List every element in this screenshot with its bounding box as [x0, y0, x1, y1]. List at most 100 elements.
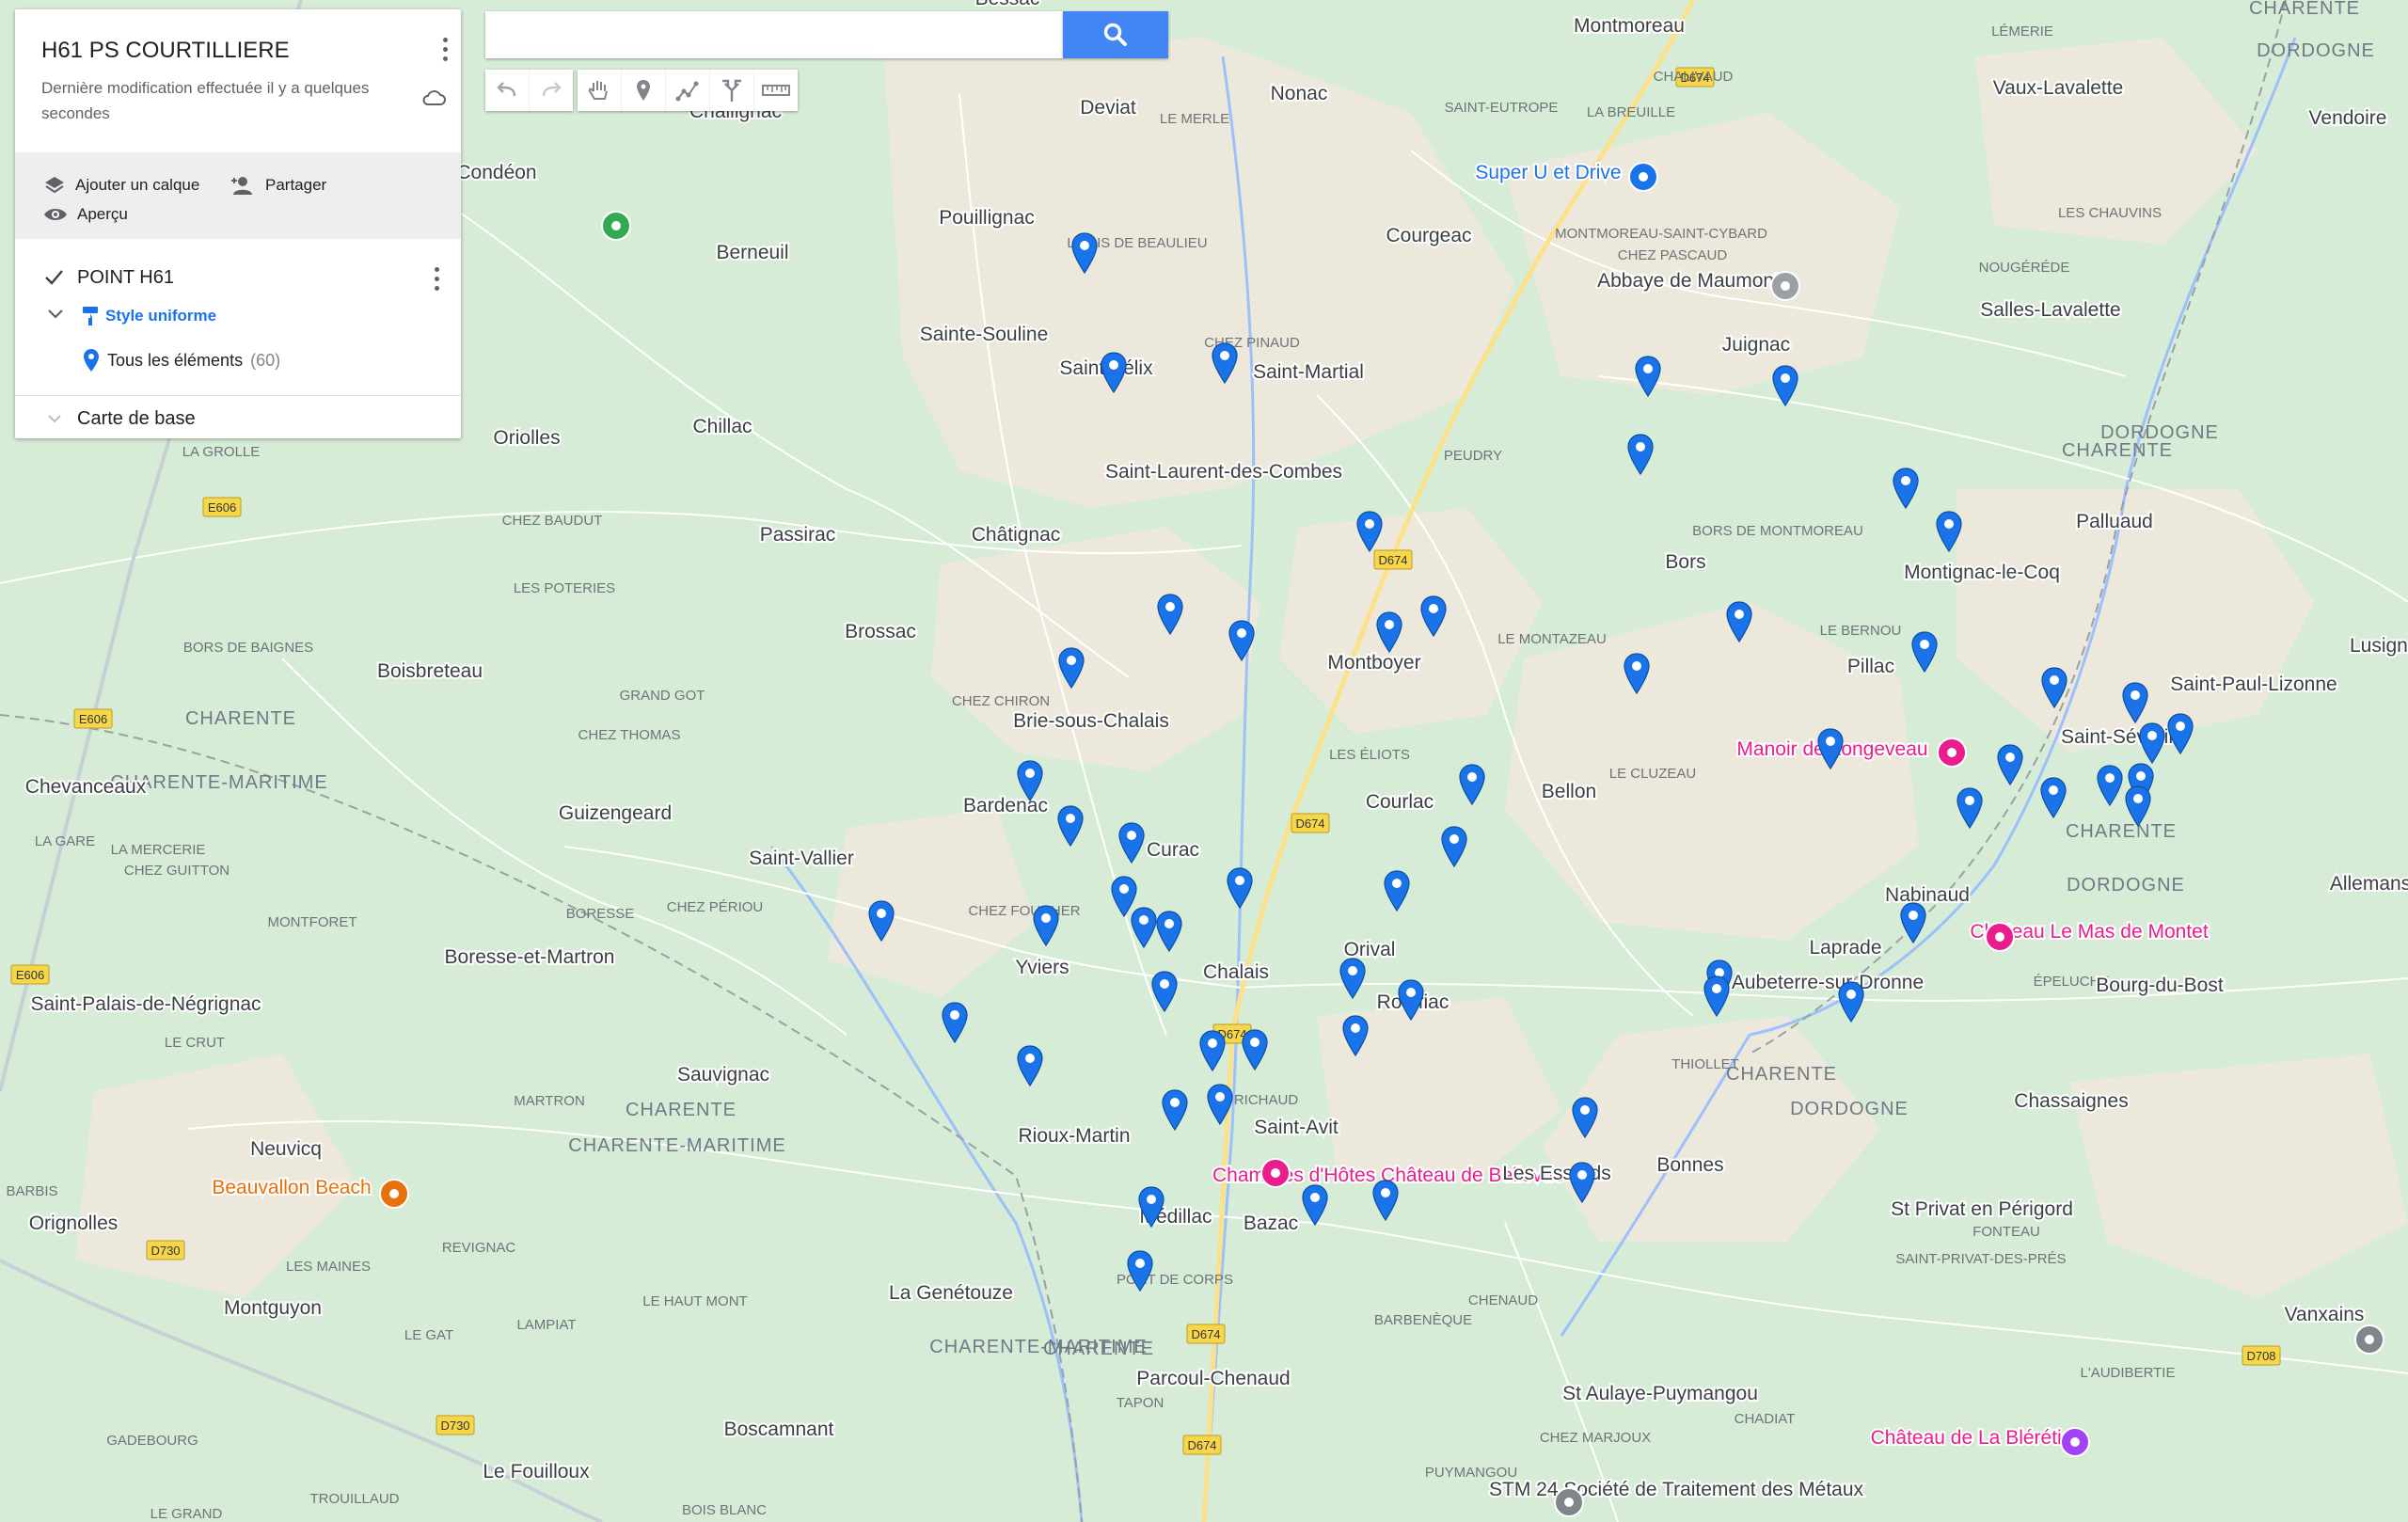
layer-point-h61: POINT H61 Style uniforme Tous les élémen…	[15, 239, 461, 396]
paw-icon[interactable]	[601, 211, 631, 241]
locality-label: LES CHAUVINS	[2058, 205, 2162, 221]
locality-label: LE CLUZEAU	[1609, 766, 1697, 782]
food-icon[interactable]	[379, 1179, 409, 1209]
locality-label: CHEZ PASCAUD	[1618, 247, 1728, 263]
town-label: Yviers	[1015, 957, 1069, 978]
add-person-icon	[231, 177, 252, 195]
item-count: (60)	[250, 350, 281, 370]
layer-options-icon[interactable]	[425, 265, 448, 293]
pan-tool-button[interactable]	[578, 70, 621, 111]
draw-line-button[interactable]	[665, 70, 709, 111]
locality-label: LES POTERIES	[514, 580, 615, 596]
town-label: Chevanceaux	[25, 776, 147, 798]
town-label: La Genétouze	[889, 1282, 1013, 1304]
town-label: Passirac	[760, 524, 836, 546]
bed-icon[interactable]	[1985, 922, 2015, 952]
town-label: Montignac-le-Coq	[1904, 562, 2060, 583]
locality-label: REVIGNAC	[442, 1240, 516, 1256]
town-label: Pillac	[1847, 656, 1894, 677]
bed-icon[interactable]	[1260, 1158, 1291, 1188]
preview-label: Aperçu	[77, 205, 128, 223]
svg-text:D708: D708	[2246, 1349, 2275, 1363]
drawing-tools-group	[578, 70, 798, 111]
undo-button[interactable]	[485, 70, 529, 111]
town-label: Vendoire	[2309, 107, 2387, 129]
search-button[interactable]	[1063, 11, 1168, 58]
town-label: Brossac	[845, 621, 916, 642]
chevron-down-icon[interactable]	[47, 309, 64, 320]
paint-roller-icon	[83, 307, 98, 325]
town-label: Boresse-et-Martron	[445, 946, 615, 968]
marker-icon	[84, 349, 99, 372]
town-label: Nabinaud	[1885, 884, 1970, 906]
crown-icon[interactable]	[2060, 1427, 2090, 1457]
locality-label: LES MAINES	[286, 1259, 371, 1275]
route-shield: E606	[202, 497, 242, 517]
town-label: Châtignac	[972, 524, 1061, 546]
locality-label: SAINT-PRIVAT-DES-PRÉS	[1895, 1251, 2066, 1267]
last-modified-text: Dernière modification effectuée il y a q…	[41, 79, 370, 122]
locality-label: CHEZ THOMAS	[578, 727, 681, 743]
basemap-row[interactable]: Carte de base	[15, 395, 461, 438]
draw-line-icon	[675, 81, 699, 102]
cart-icon[interactable]	[1628, 162, 1658, 192]
town-label: Pouillignac	[939, 207, 1035, 229]
route-shield: D674	[1186, 1324, 1226, 1344]
info-icon[interactable]	[2354, 1324, 2384, 1355]
spa-icon[interactable]	[1937, 737, 1967, 768]
directions-icon	[722, 79, 741, 102]
locality-label: BARBIS	[6, 1183, 57, 1199]
town-label: Allemans	[2330, 873, 2408, 895]
layer-name[interactable]: POINT H61	[77, 267, 174, 289]
town-label: Curac	[1147, 839, 1199, 861]
town-label: Salles-Lavalette	[1980, 299, 2120, 321]
info-icon[interactable]	[1554, 1487, 1584, 1517]
uniform-style-button[interactable]: Style uniforme	[81, 305, 216, 327]
region-label: DORDOGNE	[1790, 1099, 1909, 1119]
svg-text:D674: D674	[1187, 1438, 1216, 1452]
town-label: Bonnes	[1656, 1154, 1723, 1176]
all-items-label: Tous les éléments	[107, 350, 244, 370]
route-shield: E606	[73, 708, 113, 729]
redo-button[interactable]	[529, 70, 573, 111]
add-layer-button[interactable]: Ajouter un calque	[43, 175, 199, 196]
share-button[interactable]: Partager	[230, 175, 326, 196]
map-options-icon[interactable]	[434, 36, 456, 64]
basemap-label[interactable]: Carte de base	[77, 408, 196, 430]
locality-label: LES ÉLIOTS	[1329, 747, 1410, 763]
undo-redo-group	[485, 70, 573, 111]
town-label: Bardenac	[963, 795, 1048, 816]
town-label: Montguyon	[224, 1297, 322, 1319]
locality-label: CHALIVAUD	[1654, 69, 1734, 85]
locality-label: CHENAUD	[1468, 1292, 1538, 1308]
layer-visibility-checkbox[interactable]	[43, 267, 64, 288]
locality-label: CHEZ MARJOUX	[1540, 1430, 1651, 1446]
region-label: CHARENTE	[2249, 0, 2360, 19]
search-input[interactable]	[485, 11, 1063, 58]
town-label: Parcoul-Chenaud	[1136, 1368, 1290, 1389]
locality-label: CHEZ CHIRON	[952, 693, 1050, 709]
town-label: Saint-Paul-Lizonne	[2170, 674, 2337, 695]
directions-button[interactable]	[709, 70, 753, 111]
abbey-icon[interactable]	[1770, 271, 1800, 301]
chevron-down-icon[interactable]	[47, 414, 62, 423]
town-label: Bessac	[975, 0, 1040, 9]
svg-text:D674: D674	[1191, 1327, 1220, 1341]
add-marker-button[interactable]	[621, 70, 665, 111]
preview-button[interactable]: Aperçu	[43, 205, 128, 224]
search-icon	[1103, 23, 1127, 46]
locality-label: GRAND GOT	[620, 688, 705, 704]
town-label: Montboyer	[1327, 652, 1420, 674]
measure-button[interactable]	[753, 70, 798, 111]
town-label: Sainte-Souline	[920, 324, 1049, 345]
region-label: CHARENTE-MARITIME	[568, 1135, 785, 1156]
locality-label: CHEZ PÉRIOU	[667, 899, 764, 915]
town-label: Château de La Blérétie	[1871, 1427, 2073, 1449]
svg-text:E606: E606	[208, 500, 236, 515]
map-title[interactable]: H61 PS COURTILLIERE	[41, 38, 290, 64]
town-label: Vanxains	[2285, 1304, 2365, 1325]
locality-label: CHEZ FOUCHER	[968, 903, 1080, 919]
all-items-row[interactable]: Tous les éléments (60)	[83, 348, 280, 373]
locality-label: RICHAUD	[1234, 1092, 1299, 1108]
route-shield: D708	[2242, 1345, 2281, 1366]
